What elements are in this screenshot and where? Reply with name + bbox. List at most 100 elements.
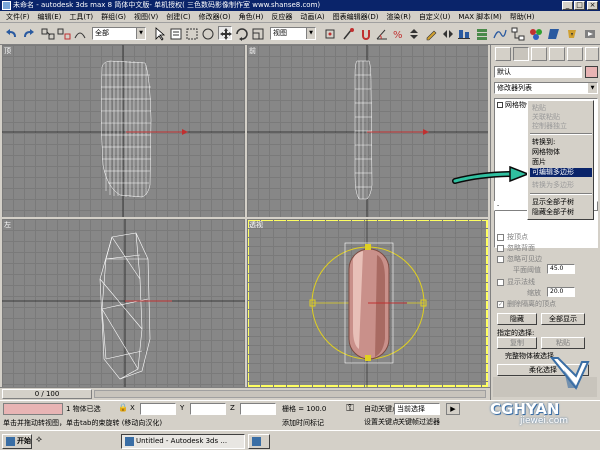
menu-item-paste[interactable]: 粘贴 xyxy=(530,104,592,113)
menu-file[interactable]: 文件(F) xyxy=(2,12,34,22)
close-button[interactable]: × xyxy=(587,1,598,10)
menu-item-convert-to[interactable]: 转换到: xyxy=(530,138,592,147)
menu-item-paste-instanced[interactable]: 关联粘贴 xyxy=(530,113,592,122)
menu-customize[interactable]: 自定义(U) xyxy=(415,12,455,22)
display-tab-icon[interactable] xyxy=(567,47,583,61)
y-coord-field[interactable] xyxy=(190,403,226,415)
select-object-icon[interactable] xyxy=(152,26,166,41)
hierarchy-tab-icon[interactable] xyxy=(531,47,547,61)
align-icon[interactable] xyxy=(456,26,470,40)
menu-item-convert-to-poly[interactable]: 转换为多边形 xyxy=(530,181,592,190)
layer-manager-icon[interactable] xyxy=(474,26,488,40)
ignore-backfacing-checkbox[interactable]: 忽略背面 xyxy=(497,243,535,253)
time-track[interactable] xyxy=(94,390,486,398)
material-editor-icon[interactable] xyxy=(528,26,542,40)
bind-space-warp-icon[interactable] xyxy=(72,26,86,40)
taskbar-item-3dsmax[interactable]: Untitled - Autodesk 3ds ... xyxy=(121,434,245,449)
menu-help[interactable]: 帮助(H) xyxy=(506,12,539,22)
play-icon[interactable]: ▶ xyxy=(446,403,460,415)
time-slider[interactable]: 0 / 100 xyxy=(0,387,490,400)
menu-item-show-all-subtree[interactable]: 显示全部子树 xyxy=(530,198,592,207)
menu-character[interactable]: 角色(H) xyxy=(235,12,268,22)
select-by-name-icon[interactable] xyxy=(168,26,182,40)
create-tab-icon[interactable] xyxy=(495,47,511,61)
selection-filter-dropdown[interactable]: 全部 ▼ xyxy=(92,27,146,40)
set-key-label[interactable]: 设置关键点 xyxy=(364,417,399,427)
menu-item-editable-patch[interactable]: 面片 xyxy=(530,158,592,167)
menu-views[interactable]: 视图(V) xyxy=(130,12,162,22)
z-coord-field[interactable] xyxy=(240,403,276,415)
menu-modifiers[interactable]: 修改器(O) xyxy=(195,12,235,22)
menu-maxscript[interactable]: MAX 脚本(M) xyxy=(454,12,505,22)
window-crossing-icon[interactable] xyxy=(200,26,214,40)
viewport-top[interactable]: 顶 xyxy=(2,45,245,217)
menu-item-editable-mesh[interactable]: 网格物体 xyxy=(530,148,592,157)
hide-button[interactable]: 隐藏 xyxy=(497,313,537,325)
utilities-tab-icon[interactable] xyxy=(585,47,599,61)
add-time-tag-button[interactable]: 添加时间标记 xyxy=(282,418,324,428)
object-name-field[interactable]: 默认 xyxy=(494,66,582,78)
key-filters-label[interactable]: 关键帧过滤器 xyxy=(398,417,440,427)
window-title: 未命名 - autodesk 3ds max 8 简体中文版- 单机授权( 三色… xyxy=(13,1,321,9)
menu-item-hide-all-subtree[interactable]: 隐藏全部子树 xyxy=(530,208,592,217)
select-and-rotate-icon[interactable] xyxy=(234,26,248,41)
menu-create[interactable]: 创建(C) xyxy=(162,12,194,22)
undo-icon[interactable] xyxy=(4,26,18,40)
taskbar-item-2[interactable] xyxy=(248,434,270,449)
by-vertex-checkbox[interactable]: 按顶点 xyxy=(497,232,528,242)
angle-snap-icon[interactable] xyxy=(374,26,388,40)
quick-render-icon[interactable] xyxy=(564,26,578,40)
scale-spinner[interactable]: 20.0 xyxy=(547,287,575,297)
menu-edit[interactable]: 编辑(E) xyxy=(34,12,66,22)
modify-tab-icon[interactable] xyxy=(513,47,529,61)
menu-tools[interactable]: 工具(T) xyxy=(65,12,97,22)
key-icon[interactable]: ⚿ xyxy=(340,403,360,417)
listener-field[interactable] xyxy=(3,403,63,415)
prompt-line: 单击并拖动转视图，单击tab的束旋转 (移动向汉化) xyxy=(3,419,163,427)
planar-threshold-spinner[interactable]: 45.0 xyxy=(547,264,575,274)
select-and-scale-icon[interactable] xyxy=(250,26,264,40)
pivot-center-icon[interactable] xyxy=(322,26,336,40)
viewport-left[interactable]: 左 xyxy=(2,219,245,387)
redo-icon[interactable] xyxy=(20,26,34,40)
schematic-view-icon[interactable] xyxy=(510,26,525,41)
show-normals-checkbox[interactable]: 显示法线 xyxy=(497,277,535,287)
lock-icon[interactable]: 🔒 xyxy=(118,403,128,412)
snap-toggle-icon[interactable] xyxy=(358,26,372,40)
menu-graph-editors[interactable]: 图表编辑器(D) xyxy=(329,12,383,22)
reference-coord-dropdown[interactable]: 视图 ▼ xyxy=(270,27,316,40)
modifier-list-dropdown[interactable]: 修改器列表 ▼ xyxy=(494,82,598,94)
selection-set-dropdown[interactable]: 当前选择 xyxy=(394,403,440,415)
menu-item-make-unique[interactable]: 控制器独立 xyxy=(530,122,592,131)
ignore-visible-edges-checkbox[interactable]: 忽略可见边 xyxy=(497,254,542,264)
viewport-front[interactable]: 前 xyxy=(247,45,488,217)
start-button[interactable]: 开始 xyxy=(2,434,32,449)
select-and-move-icon[interactable] xyxy=(218,26,232,40)
edit-named-selections-icon[interactable] xyxy=(424,26,438,41)
maximize-button[interactable]: □ xyxy=(574,1,585,10)
region-select-icon[interactable] xyxy=(184,26,198,40)
menu-reactor[interactable]: 反应器 xyxy=(267,12,296,22)
viewport-perspective[interactable]: 透视 xyxy=(247,219,488,387)
render-type-icon[interactable] xyxy=(582,26,596,40)
mirror-icon[interactable] xyxy=(440,26,454,40)
minimize-button[interactable]: _ xyxy=(562,1,573,10)
x-coord-field[interactable] xyxy=(140,403,176,415)
object-color-swatch[interactable] xyxy=(585,66,598,78)
curve-editor-icon[interactable] xyxy=(492,26,507,40)
motion-tab-icon[interactable] xyxy=(549,47,565,61)
time-slider-thumb[interactable]: 0 / 100 xyxy=(2,389,92,399)
select-and-manipulate-icon[interactable] xyxy=(340,26,354,40)
render-scene-icon[interactable] xyxy=(546,26,560,40)
menu-group[interactable]: 群组(G) xyxy=(97,12,130,22)
menu-rendering[interactable]: 渲染(R) xyxy=(383,12,415,22)
quick-launch-icon[interactable]: ⟡ xyxy=(36,435,48,447)
spinner-snap-icon[interactable] xyxy=(406,26,420,40)
menu-item-editable-poly[interactable]: 可编辑多边形 xyxy=(530,168,592,177)
delete-isolated-vertices-checkbox[interactable]: ✓ 删除隔离的顶点 xyxy=(497,299,556,309)
unhide-all-button[interactable]: 全部显示 xyxy=(541,313,585,325)
unlink-icon[interactable] xyxy=(56,26,71,40)
menu-animation[interactable]: 动画(A) xyxy=(296,12,328,22)
select-and-link-icon[interactable] xyxy=(40,26,55,40)
percent-snap-icon[interactable]: % xyxy=(390,26,404,41)
